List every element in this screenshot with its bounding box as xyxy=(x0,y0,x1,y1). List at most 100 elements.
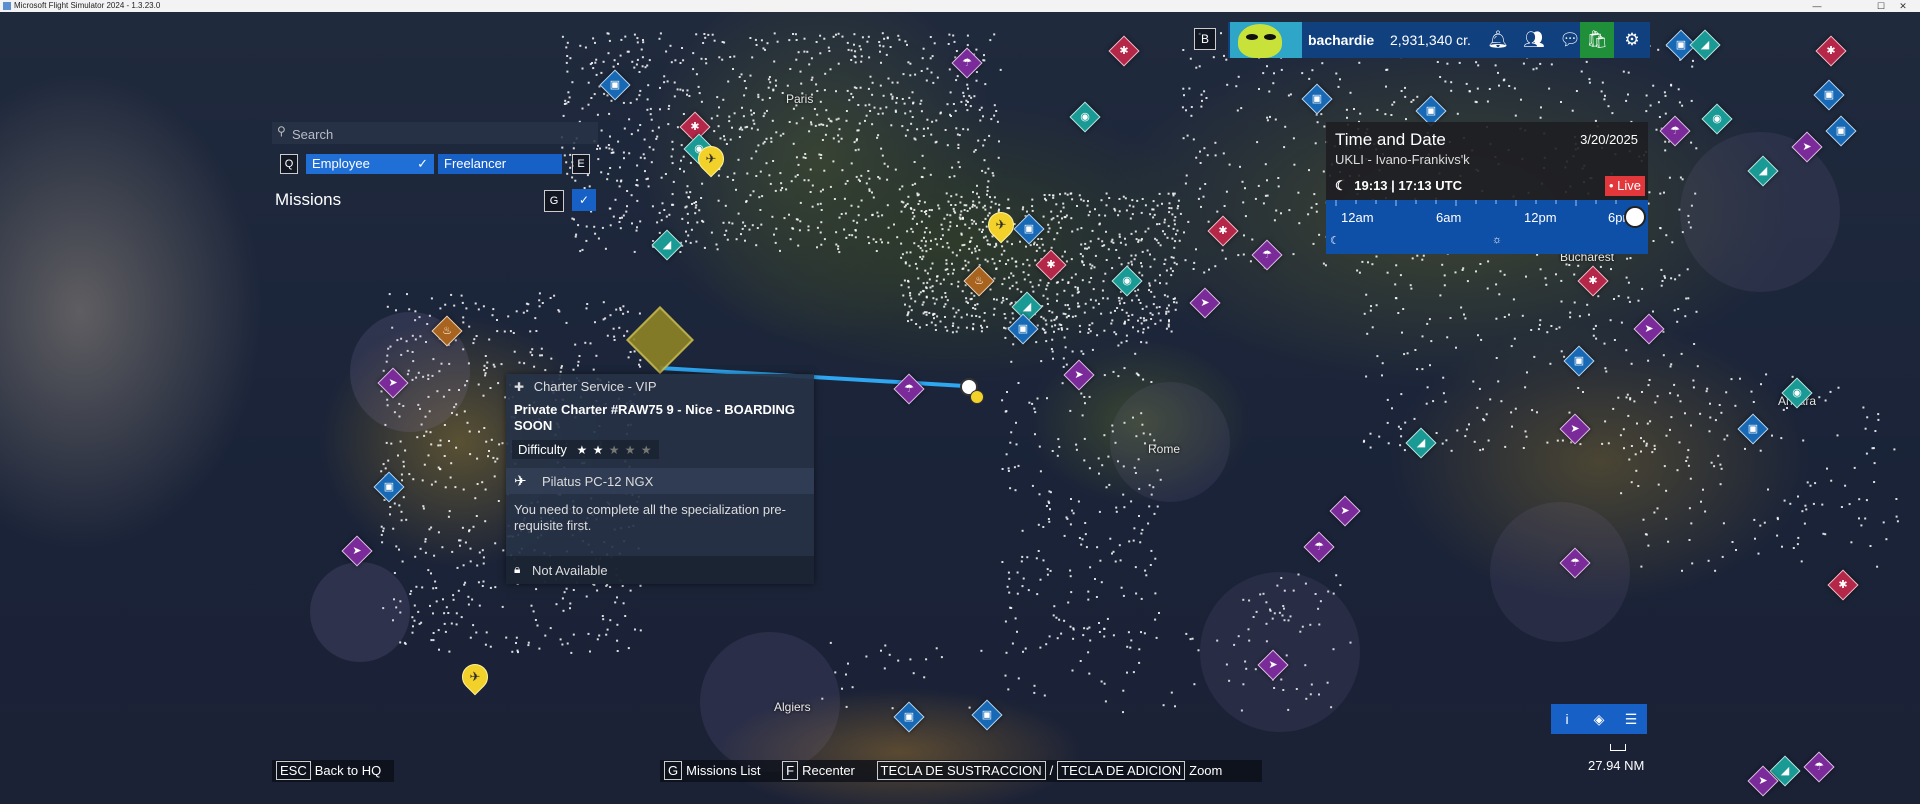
medical-icon: ✱ xyxy=(1838,579,1848,591)
scale-label-12am: 12am xyxy=(1341,210,1374,225)
mission-category: Charter Service - VIP xyxy=(533,379,657,394)
destination-badge xyxy=(970,390,984,404)
top-user-bar: B bachardie 2,931,340 cr. 🔔︎ 👥︎ 💬︎ 🛍︎ ⚙ xyxy=(1194,22,1650,58)
ferry-icon: ◢ xyxy=(1022,301,1032,313)
window-titlebar: Microsoft Flight Simulator 2024 - 1.3.23… xyxy=(0,0,1920,12)
scale-label-6am: 6am xyxy=(1436,210,1462,225)
zoom-in-key[interactable]: TECLA DE ADICION xyxy=(1057,761,1186,780)
passenger-icon: ➤ xyxy=(1570,423,1580,435)
airplane-icon: ✈ xyxy=(995,217,1007,232)
time-slider-ticks xyxy=(1335,200,1617,206)
recenter-key[interactable]: F xyxy=(782,761,799,780)
next-filter-key[interactable]: E xyxy=(572,154,590,174)
app-icon xyxy=(3,2,11,10)
map-label-paris: Paris xyxy=(786,92,814,106)
parachute-icon: ☂ xyxy=(1262,249,1272,261)
mission-message: You need to complete all the specializat… xyxy=(514,502,786,533)
missions-dropdown-button[interactable]: ✓ xyxy=(572,189,596,211)
ferry-icon: ◢ xyxy=(1758,165,1768,177)
mission-category-row: ✚ Charter Service - VIP xyxy=(514,379,657,394)
prev-filter-key[interactable]: Q xyxy=(280,154,298,174)
tab-freelancer[interactable]: Freelancer xyxy=(438,154,562,174)
friends-icon[interactable]: 👥︎ xyxy=(1516,22,1552,58)
medical-icon: ✱ xyxy=(1218,225,1228,237)
airplane-icon: ✈ xyxy=(514,473,527,490)
notifications-bell-icon[interactable]: 🔔︎ xyxy=(1480,22,1516,58)
zoom-separator: / xyxy=(1049,763,1054,778)
passenger-icon: ➤ xyxy=(1268,659,1278,671)
ferry-icon: ◢ xyxy=(662,239,672,251)
passenger-icon: ➤ xyxy=(1074,369,1084,381)
credits-balance: 2,931,340 cr. xyxy=(1390,32,1471,48)
time-panel-location: UKLI - Ivano-Frankivs'k xyxy=(1335,152,1470,167)
time-panel-date: 3/20/2025 xyxy=(1580,132,1638,147)
airplane-icon: ✈ xyxy=(705,151,717,166)
cargo-icon: ▣ xyxy=(1835,125,1847,137)
camera-icon: ◉ xyxy=(1080,111,1090,123)
close-button[interactable]: ✕ xyxy=(1888,0,1918,12)
layers-icon: ◈ xyxy=(1593,711,1605,727)
scale-label-12pm: 12pm xyxy=(1524,210,1557,225)
camera-icon: ◉ xyxy=(1712,113,1722,125)
cargo-icon: ▣ xyxy=(1023,223,1035,235)
passenger-icon: ➤ xyxy=(1340,505,1350,517)
info-button[interactable]: i xyxy=(1551,704,1583,734)
time-panel-title: Time and Date xyxy=(1335,130,1446,149)
map-scale: 27.94 NM xyxy=(1588,758,1645,773)
fire-icon: ♨ xyxy=(974,275,984,287)
search-input[interactable] xyxy=(290,122,594,146)
passenger-icon: ➤ xyxy=(1758,775,1768,787)
search-bar[interactable]: ⚲ xyxy=(272,122,598,146)
missions-toggle-key[interactable]: G xyxy=(544,190,564,212)
medical-icon: ✱ xyxy=(1119,45,1129,57)
mission-card[interactable]: ✚ Charter Service - VIP Private Charter … xyxy=(506,374,814,584)
parachute-icon: ☂ xyxy=(1314,541,1324,553)
cargo-icon: ▣ xyxy=(1017,323,1029,335)
camera-icon: ◉ xyxy=(1792,387,1802,399)
gear-icon[interactable]: ⚙ xyxy=(1614,22,1650,58)
back-to-hq-hint[interactable]: ESC Back to HQ xyxy=(272,760,394,782)
legend-button[interactable]: ☰ xyxy=(1615,704,1647,734)
charter-icon: ✚ xyxy=(514,380,525,394)
mission-title: Private Charter #RAW75 9 - Nice - BOARDI… xyxy=(514,402,796,433)
difficulty-row: Difficulty ★ ★ ★ ★ ★ xyxy=(512,440,659,459)
time-panel-clock: ☾ 19:13 | 17:13 UTC xyxy=(1335,178,1462,194)
cargo-icon: ▣ xyxy=(1425,105,1437,117)
cargo-icon: ▣ xyxy=(1823,89,1835,101)
difficulty-stars: ★ ★ ★ ★ ★ xyxy=(577,443,653,457)
sun-icon: ☼ xyxy=(1492,234,1503,246)
medical-icon: ✱ xyxy=(1046,259,1056,271)
live-button[interactable]: • Live xyxy=(1605,176,1645,196)
cargo-icon: ▣ xyxy=(903,711,915,723)
availability-status: Not Available xyxy=(532,563,608,578)
parachute-icon: ☂ xyxy=(1670,125,1680,137)
scale-bar-glyph xyxy=(1610,744,1626,751)
parachute-icon: ☂ xyxy=(1814,761,1824,773)
ferry-icon: ◢ xyxy=(1416,437,1426,449)
search-icon: ⚲ xyxy=(277,124,286,138)
availability-row: 🔒︎ Not Available xyxy=(506,556,814,584)
map-label-algiers: Algiers xyxy=(774,700,811,714)
user-bar-key[interactable]: B xyxy=(1194,28,1216,50)
time-slider-handle[interactable] xyxy=(1624,206,1646,228)
tab-employee[interactable]: Employee ✓ xyxy=(306,154,434,174)
zoom-out-key[interactable]: TECLA DE SUSTRACCION xyxy=(876,761,1046,780)
shop-icon[interactable]: 🛍︎ xyxy=(1580,22,1614,58)
passenger-icon: ➤ xyxy=(388,377,398,389)
check-icon: ✓ xyxy=(417,156,428,171)
difficulty-label: Difficulty xyxy=(518,442,567,457)
airplane-icon: ✈ xyxy=(469,669,481,684)
map-hints-bar: G Missions List F Recenter TECLA DE SUSTRA… xyxy=(660,760,1262,782)
missions-list-key[interactable]: G xyxy=(664,761,683,780)
esc-key: ESC xyxy=(276,761,311,780)
time-slider[interactable]: 12am 6am 12pm 6pm ☾ ☼ xyxy=(1326,200,1648,254)
parachute-icon: ☂ xyxy=(904,383,914,395)
chevron-down-icon: ✓ xyxy=(578,193,590,207)
lock-icon: 🔒︎ xyxy=(514,562,521,576)
cargo-icon: ▣ xyxy=(609,79,621,91)
passenger-icon: ➤ xyxy=(1802,141,1812,153)
map-label-rome: Rome xyxy=(1148,442,1181,456)
minimize-button[interactable]: — xyxy=(1802,0,1832,12)
recenter-label: Recenter xyxy=(802,763,855,778)
layers-button[interactable]: ◈ xyxy=(1583,704,1615,734)
